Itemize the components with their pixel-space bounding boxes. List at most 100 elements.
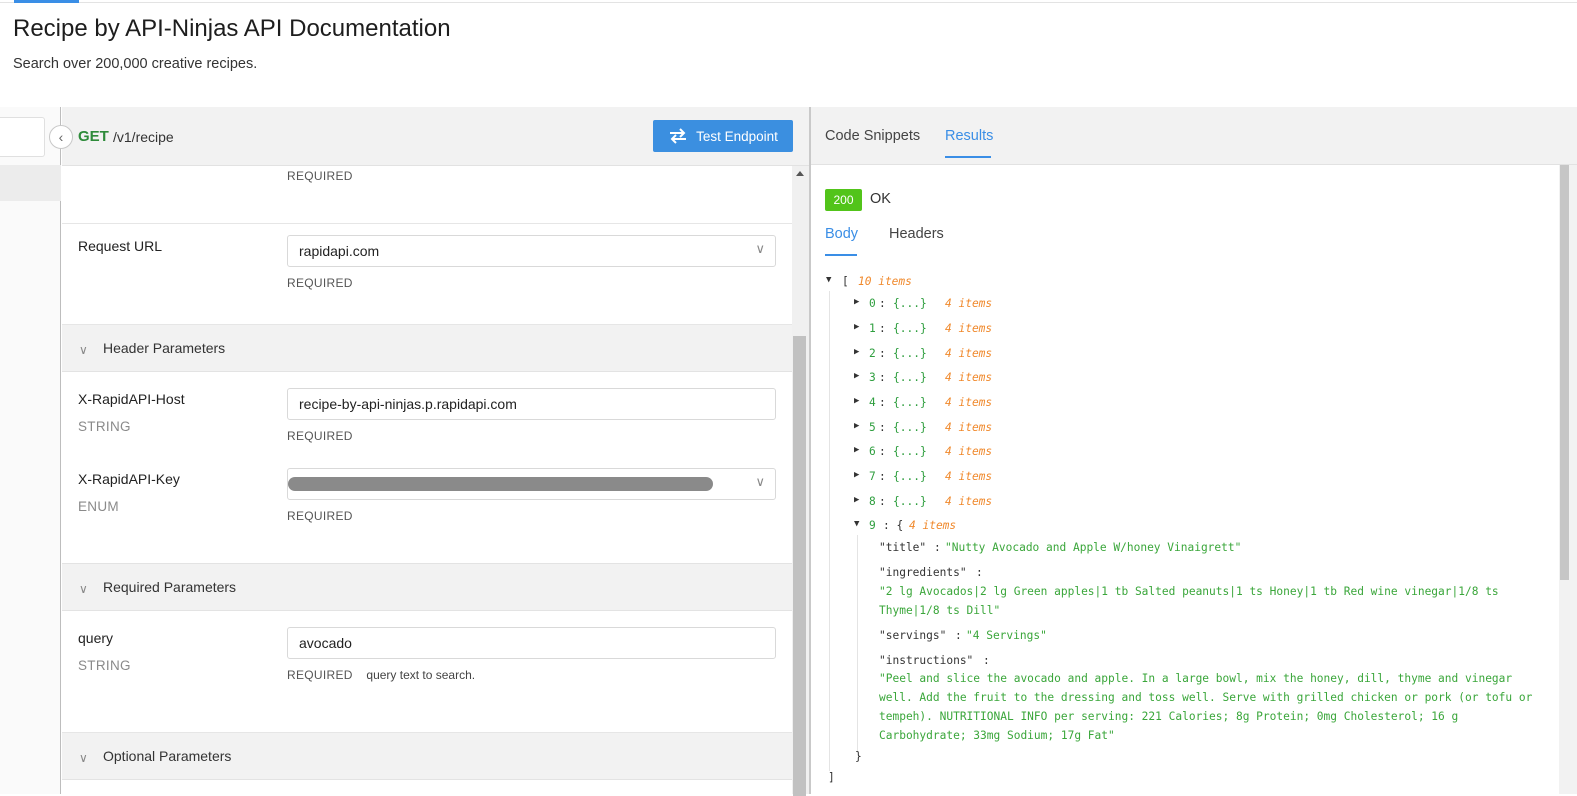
json-item-preview[interactable]: {...} [893, 297, 927, 310]
header-parameters-section[interactable]: ∨ Header Parameters [62, 325, 792, 372]
expand-triangle-icon[interactable]: ▶ [854, 347, 859, 357]
api-key-type: ENUM [78, 499, 119, 514]
sidebar-selected-item[interactable] [0, 165, 61, 201]
expand-triangle-icon[interactable]: ▶ [854, 421, 859, 431]
host-input[interactable]: recipe-by-api-ninjas.p.rapidapi.com [287, 388, 776, 420]
host-type: STRING [78, 419, 131, 434]
json-colon: : [983, 654, 990, 667]
sidebar-search-box[interactable] [0, 117, 45, 157]
json-item-count: 4 items [909, 519, 957, 532]
endpoint-header: ‹ GET /v1/recipe Test Endpoint [49, 107, 809, 166]
chevron-down-icon: ∨ [79, 751, 88, 765]
json-colon: : [976, 566, 983, 579]
query-description: query text to search. [366, 668, 476, 682]
endpoint-sidebar [0, 107, 61, 794]
tab-results[interactable]: Results [945, 128, 993, 144]
json-item-preview[interactable]: {...} [893, 470, 927, 483]
expand-triangle-icon[interactable]: ▶ [854, 396, 859, 406]
json-colon: : { [883, 519, 904, 532]
json-item-preview[interactable]: {...} [893, 371, 927, 384]
parameters-panel: ‹ GET /v1/recipe Test Endpoint REQUIRED … [49, 107, 809, 796]
parameters-scrollbar[interactable] [792, 166, 809, 796]
chevron-down-icon: ∨ [79, 343, 88, 357]
page-title: Recipe by API-Ninjas API Documentation [13, 15, 451, 42]
page-header: Recipe by API-Ninjas API Documentation S… [0, 0, 1577, 107]
json-item-preview[interactable]: {...} [893, 396, 927, 409]
request-url-value: rapidapi.com [299, 243, 380, 259]
json-item-count: 4 items [945, 470, 993, 483]
json-key-servings: "servings" [879, 629, 947, 642]
scroll-up-arrow-icon[interactable] [796, 171, 804, 176]
collapse-sidebar-button[interactable]: ‹ [49, 125, 73, 149]
scrollbar-thumb[interactable] [793, 336, 806, 796]
parameters-scroll-area: REQUIRED Request URL rapidapi.com ∨ REQU… [62, 166, 792, 794]
optional-parameters-section[interactable]: ∨ Optional Parameters [62, 733, 792, 780]
json-item-preview[interactable]: {...} [893, 445, 927, 458]
right-tabs-bar: Code Snippets Results [811, 107, 1577, 165]
required-parameters-section[interactable]: ∨ Required Parameters [62, 564, 792, 611]
json-value-instructions-line2: well. Add the fruit to the dressing and … [879, 691, 1533, 704]
json-key-title: "title" [879, 541, 927, 554]
json-item-preview[interactable]: {...} [893, 495, 927, 508]
json-item-index: 3 [869, 371, 876, 384]
request-url-label: Request URL [78, 238, 163, 254]
json-item-count: 4 items [945, 347, 993, 360]
tab-headers[interactable]: Headers [889, 226, 944, 242]
header-params-block: X-RapidAPI-Host STRING recipe-by-api-nin… [62, 372, 792, 564]
json-guide-line [829, 291, 830, 771]
json-item-count: 4 items [945, 495, 993, 508]
json-item-preview[interactable]: {...} [893, 421, 927, 434]
json-colon: : [879, 396, 886, 409]
json-colon: : [879, 421, 886, 434]
collapse-triangle-icon[interactable]: ▼ [854, 519, 859, 529]
expand-triangle-icon[interactable]: ▶ [854, 470, 859, 480]
tab-body[interactable]: Body [825, 226, 858, 242]
query-required: REQUIRED [287, 668, 353, 682]
json-value-title: "Nutty Avocado and Apple W/honey Vinaigr… [945, 541, 1242, 554]
json-colon: : [879, 445, 886, 458]
json-item-count: 4 items [945, 322, 993, 335]
json-item-index: 8 [869, 495, 876, 508]
page-subtitle: Search over 200,000 creative recipes. [13, 56, 258, 72]
json-key-instructions: "instructions" [879, 654, 974, 667]
expand-triangle-icon[interactable]: ▶ [854, 445, 859, 455]
expand-triangle-icon[interactable]: ▶ [854, 495, 859, 505]
request-url-select[interactable]: rapidapi.com ∨ [287, 235, 776, 267]
query-type: STRING [78, 658, 131, 673]
tab-code-snippets[interactable]: Code Snippets [825, 128, 920, 144]
json-item-index: 4 [869, 396, 876, 409]
expand-triangle-icon[interactable]: ▶ [854, 322, 859, 332]
json-colon: : [879, 347, 886, 360]
json-object-close: } [855, 750, 862, 763]
test-endpoint-button[interactable]: Test Endpoint [653, 120, 793, 152]
json-guide-line [857, 535, 858, 751]
query-label: query [78, 630, 114, 646]
test-endpoint-label: Test Endpoint [696, 128, 778, 144]
json-item-preview[interactable]: {...} [893, 347, 927, 360]
param-row-top: REQUIRED [62, 166, 792, 224]
chevron-down-icon: ∨ [755, 474, 765, 489]
param-row-query: query STRING avocado REQUIRED query text… [62, 611, 792, 733]
required-label: REQUIRED [287, 429, 353, 443]
active-body-tab-underline [825, 254, 857, 256]
query-value: avocado [299, 635, 352, 651]
results-scrollbar[interactable] [1559, 165, 1577, 794]
json-value-ingredients-line2: Thyme|1/8 ts Dill" [879, 604, 1001, 617]
query-input[interactable]: avocado [287, 627, 776, 659]
collapse-triangle-icon[interactable]: ▼ [826, 275, 831, 285]
api-key-label: X-RapidAPI-Key [78, 471, 180, 487]
json-item-preview[interactable]: {...} [893, 322, 927, 335]
endpoint-path: /v1/recipe [113, 129, 174, 145]
status-text: OK [870, 191, 891, 207]
expand-triangle-icon[interactable]: ▶ [854, 297, 859, 307]
active-tab-underline [945, 156, 991, 158]
required-label: REQUIRED query text to search. [287, 668, 475, 682]
json-item-index: 0 [869, 297, 876, 310]
json-colon: : [879, 371, 886, 384]
api-key-select[interactable]: ∨ [287, 468, 776, 500]
json-colon: : [879, 495, 886, 508]
expand-triangle-icon[interactable]: ▶ [854, 371, 859, 381]
json-root-count: 10 items [858, 275, 912, 288]
host-value: recipe-by-api-ninjas.p.rapidapi.com [299, 396, 517, 412]
scrollbar-thumb[interactable] [1560, 165, 1569, 580]
